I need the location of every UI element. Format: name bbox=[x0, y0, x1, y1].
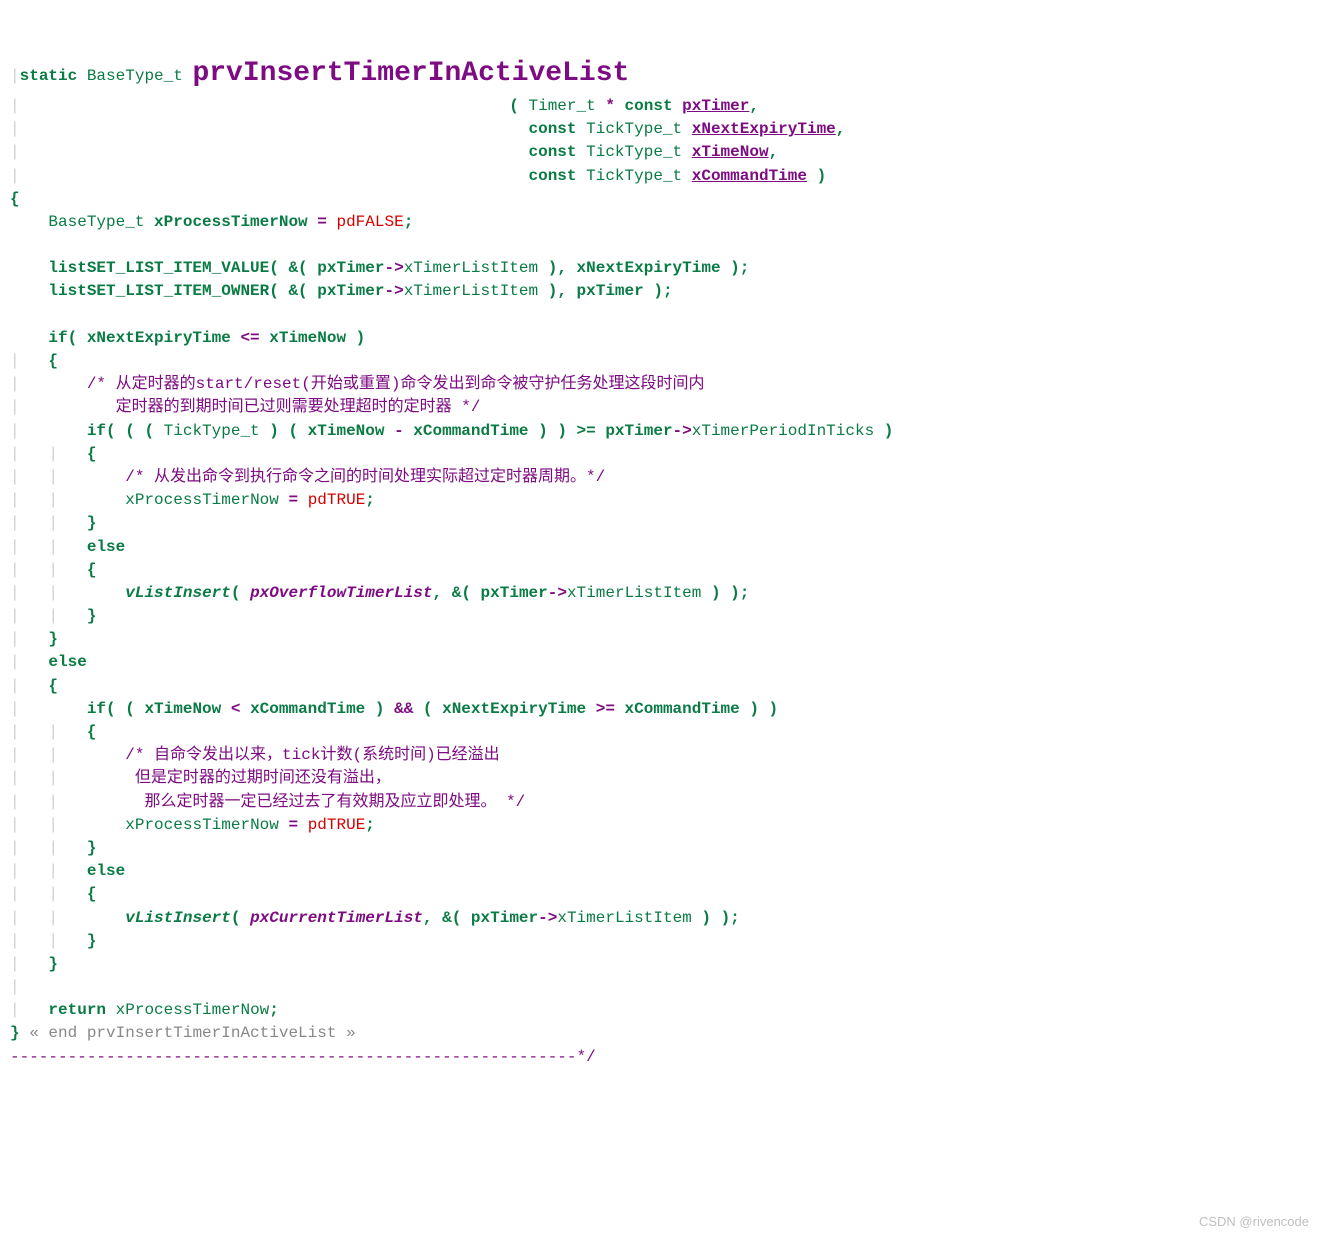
macro-set-value: listSET_LIST_ITEM_VALUE bbox=[48, 259, 269, 277]
param-pxTimer: pxTimer bbox=[682, 97, 749, 115]
comment-3a: /* 自命令发出以来，tick计数(系统时间)已经溢出 bbox=[125, 746, 499, 764]
param-xTimeNow: xTimeNow bbox=[692, 143, 769, 161]
fold-marker: « end prvInsertTimerInActiveList » bbox=[20, 1024, 356, 1042]
func-name: prvInsertTimerInActiveList bbox=[192, 58, 629, 89]
brace-close: } bbox=[10, 1024, 20, 1042]
comment-3c: 那么定时器一定已经过去了有效期及应立即处理。 */ bbox=[125, 793, 525, 811]
brace-open: { bbox=[10, 190, 20, 208]
watermark: CSDN @rivencode bbox=[1199, 1213, 1309, 1232]
param-xCommandTime: xCommandTime bbox=[692, 167, 807, 185]
arg-overflow-list: pxOverflowTimerList bbox=[250, 584, 432, 602]
const-pdTRUE: pdTRUE bbox=[308, 491, 366, 509]
var-xProcessTimerNow: xProcessTimerNow bbox=[154, 213, 308, 231]
param-xNextExpiryTime: xNextExpiryTime bbox=[692, 120, 836, 138]
arg-current-list: pxCurrentTimerList bbox=[250, 909, 423, 927]
comment-3b: 但是定时器的过期时间还没有溢出， bbox=[125, 769, 391, 787]
comment-1b: 定时器的到期时间已过则需要处理超时的定时器 */ bbox=[87, 398, 481, 416]
kw-if: if bbox=[48, 329, 67, 347]
comment-2: /* 从发出命令到执行命令之间的时间处理实际超过定时器周期。*/ bbox=[125, 468, 605, 486]
kw-else: else bbox=[87, 538, 125, 556]
const-pdFALSE: pdFALSE bbox=[336, 213, 403, 231]
kw-return: return bbox=[48, 1001, 106, 1019]
kw-static: static bbox=[20, 67, 78, 85]
comment-1a: /* 从定时器的start/reset(开始或重置)命令发出到命令被守护任务处理… bbox=[87, 375, 705, 393]
member-period: xTimerPeriodInTicks bbox=[692, 422, 874, 440]
type-ret: BaseType_t bbox=[87, 67, 183, 85]
call-vListInsert: vListInsert bbox=[125, 584, 231, 602]
macro-set-owner: listSET_LIST_ITEM_OWNER bbox=[48, 282, 269, 300]
divider-line: ----------------------------------------… bbox=[10, 1048, 596, 1066]
